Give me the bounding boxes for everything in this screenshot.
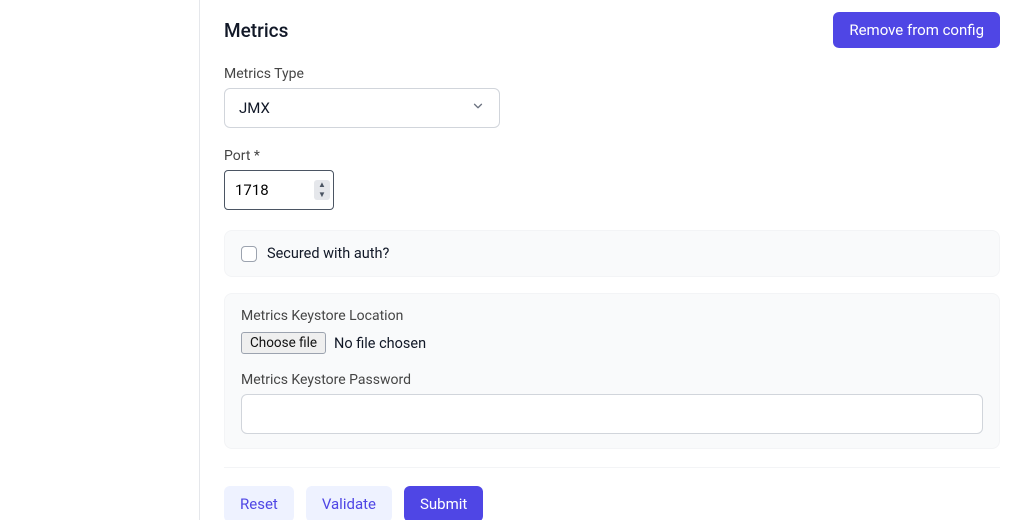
metrics-type-label: Metrics Type bbox=[224, 66, 1000, 82]
auth-panel: Secured with auth? bbox=[224, 230, 1000, 277]
secured-auth-label: Secured with auth? bbox=[267, 245, 389, 262]
keystore-location-label: Metrics Keystore Location bbox=[241, 308, 983, 324]
port-stepper[interactable]: ▲ ▼ bbox=[314, 180, 330, 200]
section-title: Metrics bbox=[224, 19, 288, 42]
submit-button[interactable]: Submit bbox=[404, 486, 483, 520]
reset-button[interactable]: Reset bbox=[224, 486, 294, 520]
caret-down-icon[interactable]: ▼ bbox=[314, 190, 330, 200]
divider bbox=[224, 467, 1000, 468]
keystore-panel: Metrics Keystore Location Choose file No… bbox=[224, 293, 1000, 449]
metrics-type-select[interactable]: JMX bbox=[224, 88, 500, 128]
caret-up-icon[interactable]: ▲ bbox=[314, 180, 330, 190]
port-label: Port * bbox=[224, 148, 1000, 164]
action-row: Reset Validate Submit bbox=[224, 486, 1000, 520]
sidebar bbox=[0, 0, 200, 520]
secured-auth-checkbox[interactable] bbox=[241, 246, 257, 262]
validate-button[interactable]: Validate bbox=[306, 486, 392, 520]
chevron-down-icon bbox=[471, 99, 485, 117]
section-header: Metrics Remove from config bbox=[224, 12, 1000, 48]
file-chosen-status: No file chosen bbox=[334, 335, 426, 352]
main-content: Metrics Remove from config Metrics Type … bbox=[200, 0, 1024, 520]
keystore-password-label: Metrics Keystore Password bbox=[241, 372, 983, 388]
metrics-type-value: JMX bbox=[239, 99, 270, 117]
keystore-password-input[interactable] bbox=[241, 394, 983, 434]
choose-file-button[interactable]: Choose file bbox=[241, 332, 326, 354]
remove-from-config-button[interactable]: Remove from config bbox=[833, 12, 1000, 48]
